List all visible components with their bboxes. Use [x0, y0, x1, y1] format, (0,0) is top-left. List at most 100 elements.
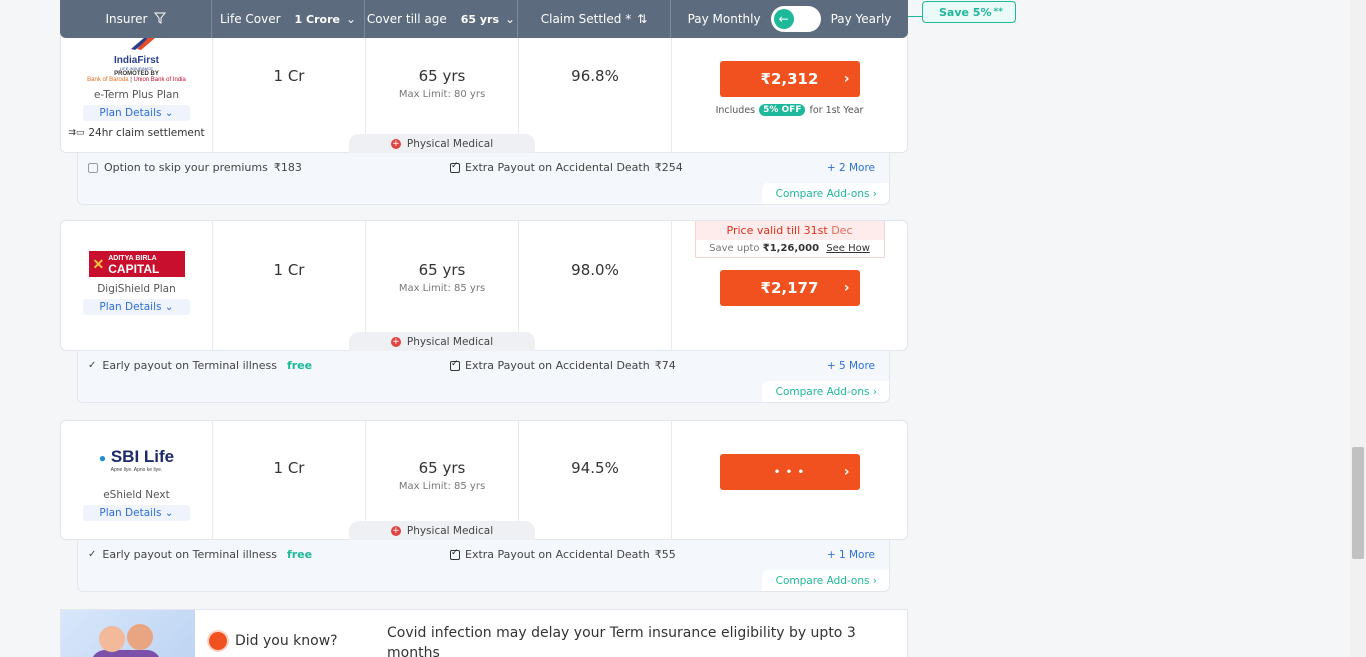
logo-text: SBI Life — [110, 447, 175, 466]
chevron-right-icon: › — [872, 386, 877, 398]
discount-period: for 1st Year — [809, 104, 864, 116]
more-addons-link[interactable]: + 1 More — [827, 549, 875, 561]
insurer-filter[interactable]: Insurer — [60, 0, 212, 38]
insurer-cell: ● SBI Life Apne liye. Apno ke liye. eShi… — [61, 421, 213, 539]
cover-age-label: Cover till age — [366, 12, 447, 26]
save-tag: Save 5% ** — [922, 1, 1016, 23]
cover-age-dropdown[interactable]: Cover till age 65 yrs ⌄ — [365, 0, 518, 38]
compare-addons-button[interactable]: Compare Add-ons › — [761, 381, 889, 402]
sort-icon: ⇅ — [637, 12, 648, 26]
price-cell: • • • › — [672, 421, 907, 539]
chevron-down-icon: ⌄ — [505, 12, 516, 26]
comparison-header: Insurer Life Cover 1 Crore ⌄ Cover till … — [60, 0, 908, 38]
plan-card: ✕ ADITYA BIRLA CAPITAL DigiShield Plan P… — [60, 220, 908, 352]
sbi-life-logo: ● SBI Life Apne liye. Apno ke liye. — [99, 447, 174, 473]
cover-value: 1 Cr — [273, 261, 305, 279]
chevron-right-icon: › — [843, 71, 850, 87]
loading-dots: • • • — [773, 466, 806, 478]
addon-price: ₹183 — [273, 161, 302, 174]
claim-label: Claim Settled * — [540, 12, 632, 26]
page-scrollbar[interactable] — [1350, 0, 1366, 657]
price-button[interactable]: ₹2,312 › — [719, 61, 860, 97]
logo-tagline: Apne liye. Apno ke liye. — [110, 467, 163, 473]
more-addons-link[interactable]: + 5 More — [827, 360, 875, 372]
check-icon: ✓ — [88, 549, 97, 560]
pay-monthly-label[interactable]: Pay Monthly — [688, 12, 761, 26]
addon-panel: Option to skip your premiums ₹183 Extra … — [77, 153, 890, 205]
aditya-birla-logo: ✕ ADITYA BIRLA CAPITAL — [88, 251, 185, 277]
addon-price: ₹55 — [654, 548, 676, 561]
max-limit: Max Limit: 80 yrs — [398, 89, 486, 100]
price-button-loading[interactable]: • • • › — [719, 454, 860, 490]
checkbox-checked[interactable] — [450, 161, 460, 173]
more-addons-link[interactable]: + 2 More — [827, 162, 875, 174]
addon-terminal-illness: ✓ Early payout on Terminal illness free — [88, 359, 450, 372]
addon-label: Extra Payout on Accidental Death — [465, 548, 650, 561]
medical-label: Physical Medical — [406, 138, 494, 150]
cover-age-value: 65 yrs — [460, 12, 500, 26]
compare-addons-button[interactable]: Compare Add-ons › — [761, 570, 889, 591]
checkbox-checked[interactable] — [450, 359, 460, 371]
addon-accidental-death[interactable]: Extra Payout on Accidental Death ₹74 — [450, 359, 827, 372]
plan-details-button[interactable]: Plan Details ⌄ — [83, 505, 190, 521]
free-badge: free — [286, 548, 313, 561]
pay-yearly-label[interactable]: Pay Yearly — [831, 12, 892, 26]
free-badge: free — [286, 359, 313, 372]
addon-label: Extra Payout on Accidental Death — [465, 161, 650, 174]
claim-sort[interactable]: Claim Settled * ⇅ — [518, 0, 671, 38]
addon-panel: ✓ Early payout on Terminal illness free … — [77, 540, 890, 592]
cover-cell: 1 Cr — [213, 421, 366, 539]
claim-value: 94.5% — [571, 459, 619, 477]
age-value: 65 yrs — [418, 67, 466, 85]
claim-cell: 98.0% — [519, 221, 672, 350]
claim-note: ⇉▭ 24hr claim settlement — [68, 127, 204, 139]
scrollbar-thumb[interactable] — [1352, 447, 1364, 559]
payment-frequency: Pay Monthly ← Pay Yearly — [671, 0, 908, 38]
logo-bank1: Bank of Baroda — [87, 77, 129, 83]
medical-label: Physical Medical — [406, 525, 494, 537]
price-validity-box: Price valid till 31st Dec Save upto ₹1,2… — [694, 221, 885, 258]
filter-icon — [153, 12, 166, 27]
logo-text: IndiaFirst — [113, 55, 159, 66]
max-limit: Max Limit: 85 yrs — [398, 283, 486, 294]
price-valid-banner: Price valid till 31st Dec — [695, 221, 884, 240]
addon-price: ₹254 — [654, 161, 683, 174]
plan-details-button[interactable]: Plan Details ⌄ — [83, 105, 190, 121]
addon-label: Early payout on Terminal illness — [102, 359, 277, 372]
plan-details-button[interactable]: Plan Details ⌄ — [83, 299, 190, 315]
addon-accidental-death[interactable]: Extra Payout on Accidental Death ₹254 — [450, 161, 827, 174]
claim-cell: 96.8% — [519, 31, 672, 152]
check-icon: ✓ — [88, 360, 97, 371]
price-button[interactable]: ₹2,177 › — [719, 270, 860, 306]
addon-label: Extra Payout on Accidental Death — [465, 359, 650, 372]
price-valid-month: Dec — [831, 224, 853, 237]
life-cover-dropdown[interactable]: Life Cover 1 Crore ⌄ — [212, 0, 365, 38]
insurer-cell: IndiaFirst LIFE INSURANCE PROMOTED BY Ba… — [61, 31, 213, 152]
insurer-label: Insurer — [105, 12, 148, 26]
age-cell: 65 yrs Max Limit: 85 yrs — [366, 221, 519, 350]
checkbox[interactable] — [88, 162, 98, 173]
addon-accidental-death[interactable]: Extra Payout on Accidental Death ₹55 — [450, 548, 827, 561]
compare-label: Compare Add-ons — [775, 575, 870, 587]
did-you-know-title: Did you know? — [235, 633, 338, 649]
plan-card: ● SBI Life Apne liye. Apno ke liye. eShi… — [60, 420, 908, 541]
price-value: ₹2,177 — [760, 279, 819, 297]
checkbox-checked[interactable] — [450, 548, 460, 560]
save-upto-text: Save upto — [709, 243, 760, 254]
insurer-cell: ✕ ADITYA BIRLA CAPITAL DigiShield Plan P… — [61, 221, 213, 350]
addon-skip-premium[interactable]: Option to skip your premiums ₹183 — [88, 161, 450, 174]
save-amount: ₹1,26,000 — [762, 243, 820, 254]
chevron-right-icon: › — [872, 188, 877, 200]
life-cover-value: 1 Crore — [294, 12, 340, 26]
frequency-toggle[interactable]: ← — [770, 6, 821, 32]
cover-cell: 1 Cr — [213, 221, 366, 350]
age-value: 65 yrs — [418, 261, 466, 279]
logo-text-bottom: CAPITAL — [108, 262, 160, 276]
price-cell: ₹2,312 › Includes 5% OFF for 1st Year — [672, 31, 907, 152]
chevron-right-icon: › — [843, 280, 850, 296]
price-valid-text: Price valid till — [726, 224, 801, 237]
see-how-link[interactable]: See How — [826, 243, 870, 254]
fast-delivery-icon: ⇉▭ — [68, 128, 85, 138]
compare-addons-button[interactable]: Compare Add-ons › — [761, 183, 889, 204]
logo-bank2: Union Bank of India — [133, 77, 186, 83]
